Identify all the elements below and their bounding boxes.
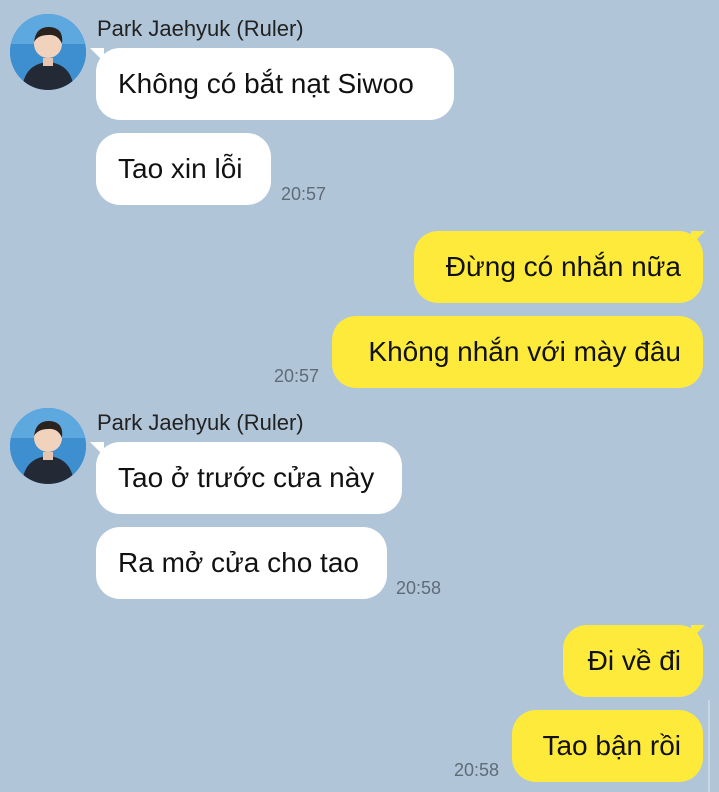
message-bubble[interactable]: Tao xin lỗi xyxy=(96,133,271,205)
profile-photo-icon xyxy=(10,14,86,90)
scrollbar[interactable] xyxy=(708,700,710,792)
message-timestamp: 20:58 xyxy=(396,578,442,598)
avatar[interactable] xyxy=(10,14,86,90)
message-bubble[interactable]: Đừng có nhắn nữa xyxy=(414,231,703,303)
message-timestamp: 20:57 xyxy=(274,366,320,386)
profile-photo-icon xyxy=(10,408,86,484)
message-timestamp: 20:58 xyxy=(454,760,500,780)
message-bubble[interactable]: Tao ở trước cửa này xyxy=(96,442,402,514)
message-bubble[interactable]: Tao bận rồi xyxy=(512,710,703,782)
message-bubble[interactable]: Đi về đi xyxy=(563,625,703,697)
sender-name: Park Jaehyuk (Ruler) xyxy=(97,16,304,41)
message-bubble[interactable]: Không có bắt nạt Siwoo xyxy=(96,48,454,120)
message-bubble[interactable]: Không nhắn với mày đâu xyxy=(332,316,703,388)
sender-name: Park Jaehyuk (Ruler) xyxy=(97,410,304,435)
message-bubble[interactable]: Ra mở cửa cho tao xyxy=(96,527,387,599)
avatar[interactable] xyxy=(10,408,86,484)
message-timestamp: 20:57 xyxy=(281,184,327,204)
